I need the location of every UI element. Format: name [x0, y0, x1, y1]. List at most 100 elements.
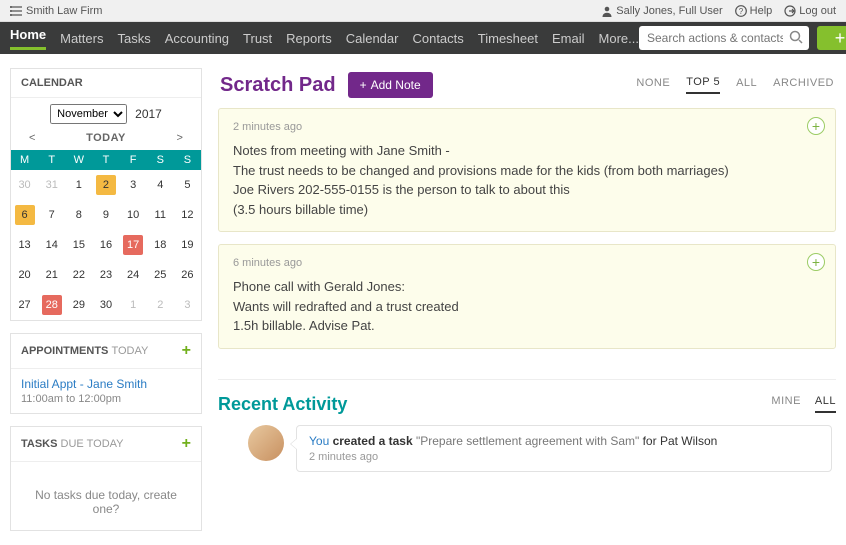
cal-day[interactable]: 15 [65, 230, 92, 260]
logout-icon [784, 5, 796, 17]
cal-day[interactable]: 1 [65, 170, 92, 200]
nav-tasks[interactable]: Tasks [117, 31, 150, 46]
user-icon [601, 5, 613, 17]
appointments-panel: APPOINTMENTS TODAY + Initial Appt - Jane… [10, 333, 202, 414]
search-icon[interactable] [789, 30, 803, 44]
nav-reports[interactable]: Reports [286, 31, 332, 46]
nav-calendar[interactable]: Calendar [346, 31, 399, 46]
help-icon: ? [735, 5, 747, 17]
tasks-panel: TASKS DUE TODAY + No tasks due today, cr… [10, 426, 202, 531]
recent-tab-all[interactable]: ALL [815, 395, 836, 413]
cal-day[interactable]: 12 [174, 200, 201, 230]
cal-day[interactable]: 25 [147, 260, 174, 290]
cal-day[interactable]: 20 [11, 260, 38, 290]
cal-next[interactable]: > [177, 132, 183, 144]
cal-day[interactable]: 21 [38, 260, 65, 290]
cal-day[interactable]: 9 [92, 200, 119, 230]
calendar-grid: MTWTFSS 30311234567891011121314151617181… [11, 150, 201, 320]
activity-item: You created a task "Prepare settlement a… [296, 425, 832, 472]
nav-more[interactable]: More... [599, 31, 639, 46]
recent-activity-title: Recent Activity [218, 394, 347, 415]
user-menu[interactable]: Sally Jones, Full User [601, 5, 722, 17]
cal-today-button[interactable]: TODAY [86, 132, 126, 144]
scratch-tab-archived[interactable]: ARCHIVED [773, 77, 834, 93]
calendar-header: CALENDAR [11, 69, 201, 98]
cal-day[interactable]: 24 [120, 260, 147, 290]
appointment-link[interactable]: Initial Appt - Jane Smith [21, 377, 191, 391]
nav-home[interactable]: Home [10, 27, 46, 50]
logout-label: Log out [799, 5, 836, 17]
cal-day[interactable]: 18 [147, 230, 174, 260]
cal-day[interactable]: 6 [11, 200, 38, 230]
add-task-button[interactable]: + [182, 435, 191, 453]
help-link[interactable]: ? Help [735, 5, 773, 17]
navbar: Home Matters Tasks Accounting Trust Reports Ca… [0, 22, 846, 54]
cal-day[interactable]: 16 [92, 230, 119, 260]
note-add-button[interactable]: + [807, 253, 825, 271]
cal-day[interactable]: 26 [174, 260, 201, 290]
avatar [248, 425, 284, 461]
add-button[interactable]: + [817, 26, 846, 50]
cal-day[interactable]: 28 [38, 290, 65, 320]
user-name: Sally Jones, Full User [616, 5, 722, 17]
note-time: 2 minutes ago [233, 121, 821, 133]
search-input[interactable] [639, 26, 809, 50]
search-box [639, 26, 809, 50]
scratch-note: 2 minutes agoNotes from meeting with Jan… [218, 108, 836, 232]
cal-day[interactable]: 31 [38, 170, 65, 200]
cal-day[interactable]: 29 [65, 290, 92, 320]
note-time: 6 minutes ago [233, 257, 821, 269]
cal-day[interactable]: 27 [11, 290, 38, 320]
scratch-tab-none[interactable]: NONE [636, 77, 670, 93]
cal-day[interactable]: 19 [174, 230, 201, 260]
recent-tab-mine[interactable]: MINE [771, 395, 801, 413]
topbar-firm[interactable]: Smith Law Firm [10, 5, 102, 17]
no-tasks-message[interactable]: No tasks due today, create one? [21, 470, 191, 522]
cal-day[interactable]: 3 [120, 170, 147, 200]
activity-you[interactable]: You [309, 434, 329, 448]
nav-email[interactable]: Email [552, 31, 585, 46]
scratch-tab-all[interactable]: ALL [736, 77, 757, 93]
appointment-time: 11:00am to 12:00pm [21, 393, 191, 405]
nav-accounting[interactable]: Accounting [165, 31, 229, 46]
cal-prev[interactable]: < [29, 132, 35, 144]
help-label: Help [750, 5, 773, 17]
cal-day[interactable]: 30 [92, 290, 119, 320]
cal-day[interactable]: 17 [120, 230, 147, 260]
cal-day[interactable]: 14 [38, 230, 65, 260]
svg-text:?: ? [738, 7, 743, 16]
note-body: Phone call with Gerald Jones:Wants will … [233, 277, 821, 336]
cal-day[interactable]: 30 [11, 170, 38, 200]
nav-contacts[interactable]: Contacts [412, 31, 463, 46]
cal-day[interactable]: 3 [174, 290, 201, 320]
cal-day[interactable]: 2 [147, 290, 174, 320]
note-add-button[interactable]: + [807, 117, 825, 135]
cal-day[interactable]: 13 [11, 230, 38, 260]
nav-matters[interactable]: Matters [60, 31, 103, 46]
list-icon [10, 6, 22, 16]
nav-timesheet[interactable]: Timesheet [478, 31, 538, 46]
scratch-pad-section: Scratch Pad + Add Note NONE TOP 5 ALL ARCHI… [218, 68, 836, 361]
appointments-title: APPOINTMENTS TODAY [21, 345, 148, 357]
add-note-button[interactable]: + Add Note [348, 72, 433, 98]
cal-day[interactable]: 1 [120, 290, 147, 320]
cal-day[interactable]: 2 [92, 170, 119, 200]
cal-day[interactable]: 5 [174, 170, 201, 200]
add-appointment-button[interactable]: + [182, 342, 191, 360]
cal-day[interactable]: 11 [147, 200, 174, 230]
cal-day[interactable]: 7 [38, 200, 65, 230]
plus-icon: + [835, 29, 846, 47]
logout-link[interactable]: Log out [784, 5, 836, 17]
topbar: Smith Law Firm Sally Jones, Full User ? … [0, 0, 846, 22]
nav-trust[interactable]: Trust [243, 31, 272, 46]
cal-day[interactable]: 8 [65, 200, 92, 230]
cal-day[interactable]: 23 [92, 260, 119, 290]
month-select[interactable]: November [50, 104, 127, 124]
cal-day[interactable]: 4 [147, 170, 174, 200]
scratch-pad-title: Scratch Pad [220, 74, 336, 97]
scratch-tab-top-5[interactable]: TOP 5 [686, 76, 720, 94]
cal-day[interactable]: 22 [65, 260, 92, 290]
nav-links: Home Matters Tasks Accounting Trust Reports Ca… [10, 27, 639, 50]
cal-day[interactable]: 10 [120, 200, 147, 230]
calendar-panel: CALENDAR November 2017 < TODAY > MTWTFSS… [10, 68, 202, 321]
